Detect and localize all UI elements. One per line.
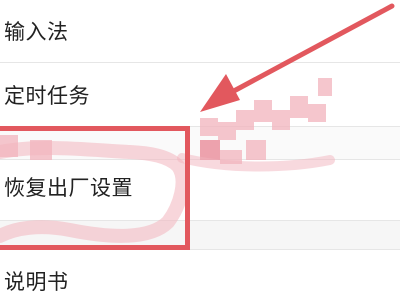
list-item-label: 说明书 [4, 270, 69, 294]
list-item-label: 定时任务 [4, 84, 90, 108]
list-item-scheduled-tasks[interactable]: 定时任务 [0, 63, 400, 126]
list-item-factory-reset[interactable]: 恢复出厂设置 [0, 160, 400, 220]
list-item-label: 输入法 [4, 20, 69, 44]
divider [0, 249, 400, 250]
divider [0, 220, 400, 221]
list-item-input-method[interactable]: 输入法 [0, 0, 400, 62]
list-item-label: 恢复出厂设置 [4, 176, 133, 200]
list-item-redacted[interactable] [0, 127, 400, 159]
list-item-manual[interactable]: 说明书 [0, 250, 400, 300]
settings-list: 输入法 定时任务 恢复出厂设置 说明书 [0, 0, 400, 300]
